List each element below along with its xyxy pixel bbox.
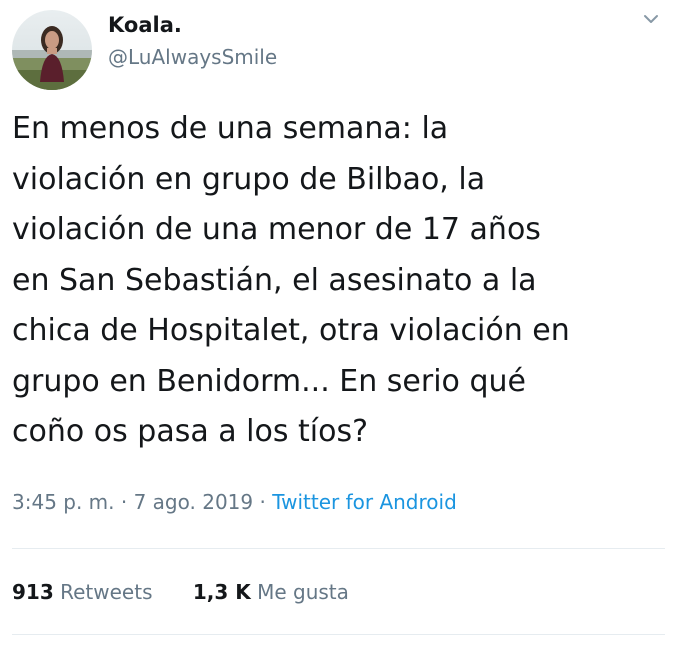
tweet-text-line: chica de Hospitalet, otra violación en bbox=[12, 313, 570, 348]
user-handle[interactable]: @LuAlwaysSmile bbox=[108, 44, 277, 70]
timestamp[interactable]: 3:45 p. m. · 7 ago. 2019 bbox=[12, 490, 253, 514]
tweet-stats: 913 Retweets 1,3 K Me gusta bbox=[12, 578, 349, 606]
tweet-text-line: violación en grupo de Bilbao, la bbox=[12, 161, 486, 197]
likes-stat[interactable]: 1,3 K Me gusta bbox=[193, 578, 349, 606]
source-link[interactable]: Twitter for Android bbox=[272, 490, 457, 514]
tweet-text-line: En menos de una semana: la bbox=[12, 111, 449, 146]
likes-label: Me gusta bbox=[257, 580, 349, 604]
retweets-label: Retweets bbox=[60, 580, 153, 604]
retweets-stat[interactable]: 913 Retweets bbox=[12, 578, 152, 606]
divider bbox=[12, 548, 665, 549]
tweet-text-line: grupo en Benidorm... En serio qué bbox=[12, 363, 526, 399]
likes-count: 1,3 K bbox=[192, 580, 251, 604]
display-name[interactable]: Koala. bbox=[108, 12, 182, 38]
tweet-text-line: coño os pasa a los tíos? bbox=[12, 414, 369, 449]
tweet-text-line: en San Sebastián, el asesinato a la bbox=[12, 262, 537, 298]
divider bbox=[12, 634, 665, 635]
retweets-count: 913 bbox=[12, 580, 54, 604]
meta-separator: · bbox=[253, 490, 273, 514]
chevron-down-icon[interactable] bbox=[640, 8, 662, 30]
avatar-image bbox=[12, 10, 92, 90]
tweet-text: En menos de una semana: la violación en … bbox=[12, 104, 667, 458]
tweet-card: Koala. @LuAlwaysSmile En menos de una se… bbox=[0, 0, 675, 645]
avatar[interactable] bbox=[12, 10, 92, 90]
tweet-text-line: violación de una menor de 17 años bbox=[12, 212, 541, 247]
tweet-metadata: 3:45 p. m. · 7 ago. 2019 · Twitter for A… bbox=[12, 488, 457, 516]
